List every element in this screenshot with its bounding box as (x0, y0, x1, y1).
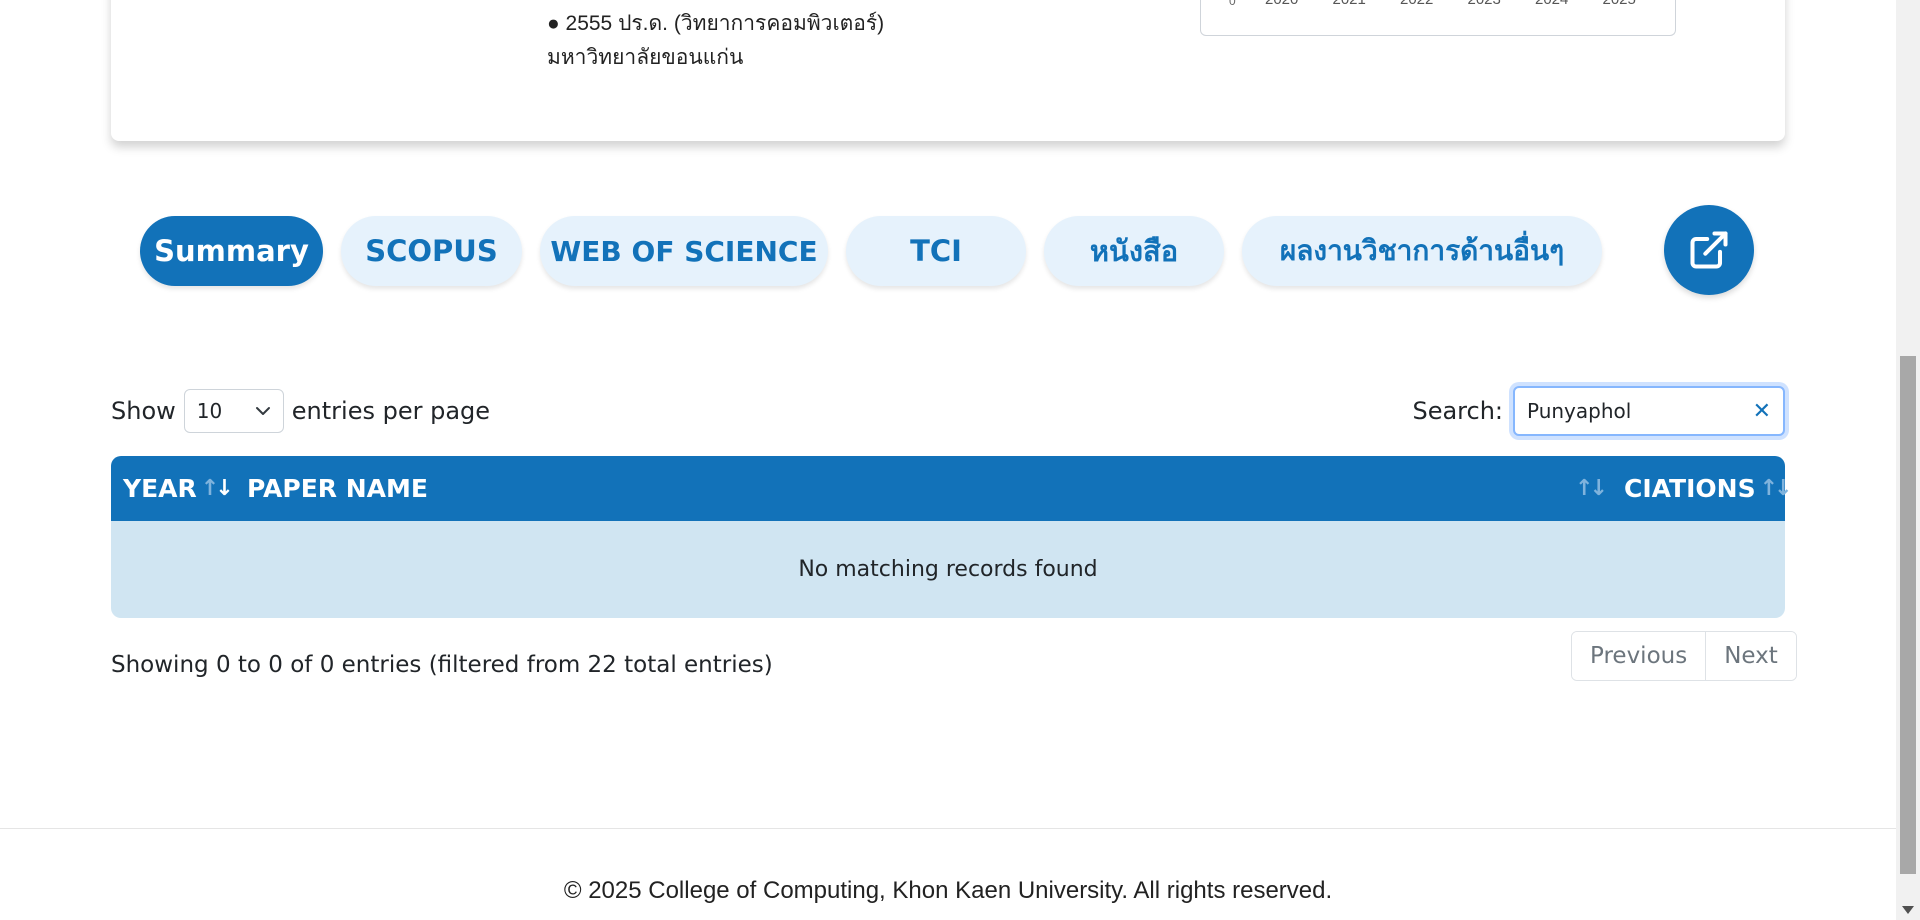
external-link-icon (1690, 231, 1728, 269)
scrollbar-thumb[interactable] (1900, 356, 1916, 874)
search-control: Search: Punyaphol ✕ (1412, 386, 1785, 436)
search-input[interactable]: Punyaphol ✕ (1513, 386, 1785, 436)
page-size-select[interactable]: 10 (183, 389, 284, 433)
search-label: Search: (1412, 397, 1503, 425)
paper-name-header-label: PAPER NAME (247, 474, 428, 503)
education-degree: ● 2555 ปร.ด. (วิทยาการคอมพิวเตอร์) (547, 12, 885, 35)
chart-y-zero-label: 0 (1229, 0, 1236, 8)
chart-x-label: 2025 (1603, 0, 1636, 8)
page-size-control: Show 10 entries per page (111, 388, 490, 434)
previous-button[interactable]: Previous (1572, 632, 1706, 680)
show-label: Show (111, 397, 176, 425)
search-value: Punyaphol (1527, 399, 1632, 423)
tab-summary[interactable]: Summary (140, 216, 323, 286)
tab-web-of-science[interactable]: WEB OF SCIENCE (540, 216, 828, 286)
chart-x-label: 2024 (1535, 0, 1568, 8)
chevron-down-icon (255, 407, 270, 415)
sort-icon: ↑↓ (1575, 476, 1608, 501)
sort-icon: ↑↓ (1759, 476, 1793, 501)
year-header-label: YEAR (123, 474, 197, 503)
pagination: Previous Next (1571, 631, 1797, 681)
paper-name-sort[interactable]: ↑↓ (1571, 456, 1608, 521)
column-header-year[interactable]: YEAR ↑↓ (123, 456, 234, 521)
tab-scopus[interactable]: SCOPUS (341, 216, 522, 286)
external-link-button[interactable] (1664, 205, 1754, 295)
table-header: YEAR ↑↓ PAPER NAME ↑↓ CIATIONS ↑↓ (111, 456, 1793, 521)
chart-x-label: 2021 (1333, 0, 1366, 8)
column-header-paper-name[interactable]: PAPER NAME (247, 456, 428, 521)
education-university: มหาวิทยาลัยขอนแก่น (547, 46, 744, 69)
page-scrollbar[interactable] (1896, 0, 1920, 920)
citations-chart: 0 2020 2021 2022 2023 2024 2025 (1200, 0, 1676, 36)
clear-search-icon[interactable]: ✕ (1753, 399, 1771, 424)
tab-other-works[interactable]: ผลงานวิชาการด้านอื่นๆ (1242, 216, 1602, 286)
papers-table: YEAR ↑↓ PAPER NAME ↑↓ CIATIONS ↑↓ No mat… (111, 456, 1793, 618)
empty-table-row: No matching records found (111, 521, 1785, 618)
chart-x-label: 2023 (1468, 0, 1501, 8)
profile-card: ● 2555 ปร.ด. (วิทยาการคอมพิวเตอร์) มหาวิ… (111, 0, 1785, 141)
next-button[interactable]: Next (1705, 632, 1796, 680)
sort-icon: ↑↓ (200, 476, 234, 501)
column-header-citations[interactable]: CIATIONS ↑↓ (1624, 456, 1793, 521)
citations-header-label: CIATIONS (1624, 474, 1756, 503)
tab-tci[interactable]: TCI (846, 216, 1026, 286)
tab-books[interactable]: หนังสือ (1044, 216, 1224, 286)
per-page-label: entries per page (291, 397, 491, 425)
chart-x-label: 2020 (1265, 0, 1298, 8)
table-info: Showing 0 to 0 of 0 entries (filtered fr… (111, 652, 773, 678)
scroll-down-arrow-icon[interactable] (1902, 906, 1914, 914)
chart-x-label: 2022 (1400, 0, 1433, 8)
page-size-value: 10 (196, 399, 223, 423)
footer-copyright: © 2025 College of Computing, Khon Kaen U… (563, 877, 1333, 904)
empty-message: No matching records found (798, 557, 1098, 582)
footer-divider (0, 828, 1896, 829)
